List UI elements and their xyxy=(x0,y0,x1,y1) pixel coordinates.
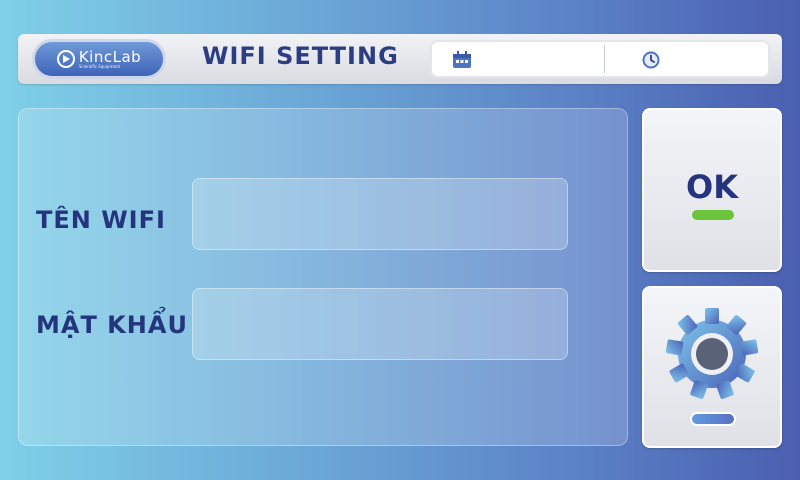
ssid-input[interactable] xyxy=(192,178,568,250)
password-label: MẬT KHẨU xyxy=(36,311,188,339)
ok-button-label: OK xyxy=(686,168,738,206)
settings-status-indicator xyxy=(692,414,734,424)
calendar-icon xyxy=(453,51,471,68)
password-input[interactable] xyxy=(192,288,568,360)
datetime-divider xyxy=(604,45,605,73)
logo-play-icon xyxy=(56,50,75,68)
top-bar: KincLab Scientific Equipment WIFI SETTIN… xyxy=(18,34,782,84)
page-title: WIFI SETTING xyxy=(202,42,399,70)
clock-icon xyxy=(642,51,660,69)
wifi-form-panel: TÊN WIFI MẬT KHẨU xyxy=(18,108,628,446)
gear-icon xyxy=(666,308,758,400)
ok-status-indicator xyxy=(692,210,734,220)
logo-name: KincLab xyxy=(78,47,142,66)
ssid-label: TÊN WIFI xyxy=(36,206,166,234)
brand-logo: KincLab Scientific Equipment xyxy=(32,39,166,79)
datetime-display xyxy=(430,40,770,78)
settings-button[interactable] xyxy=(642,286,782,448)
ok-button[interactable]: OK xyxy=(642,108,782,272)
logo-tagline: Scientific Equipment xyxy=(78,63,121,69)
